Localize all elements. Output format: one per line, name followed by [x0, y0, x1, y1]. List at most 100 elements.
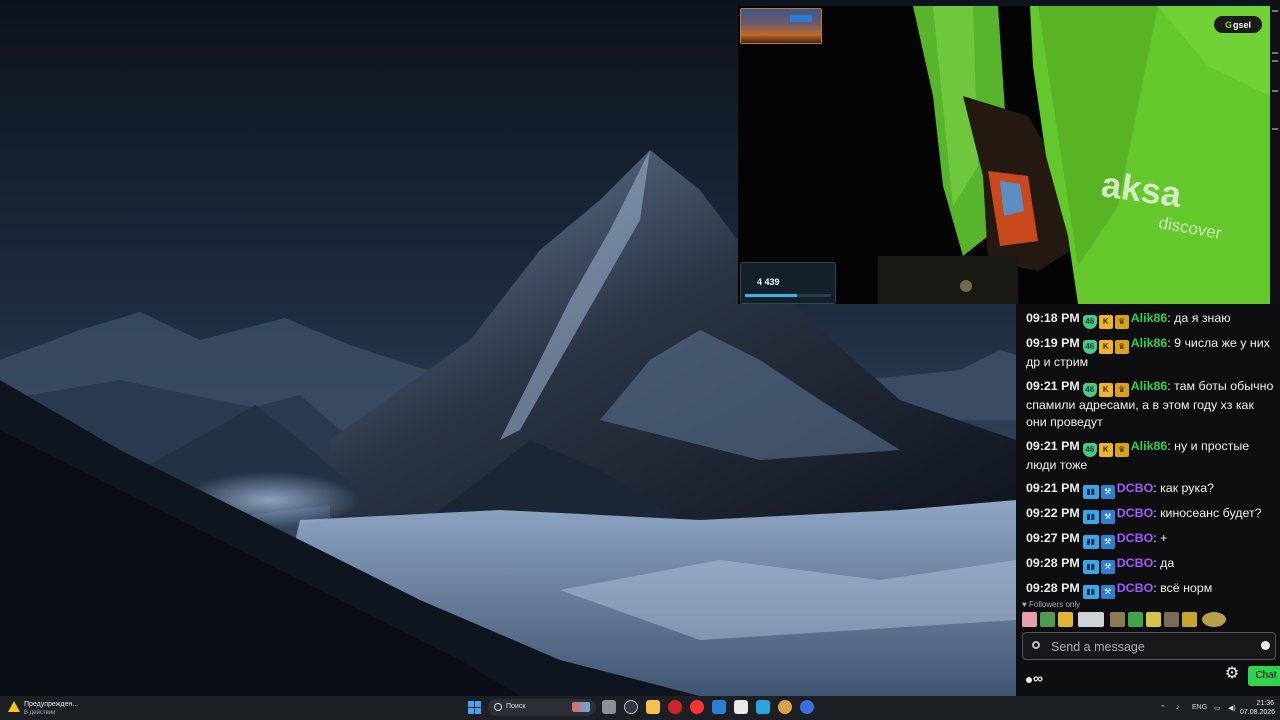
k-badge-icon[interactable]: K: [1098, 315, 1113, 329]
message-time: 09:21 PM: [1026, 481, 1080, 496]
hammer-badge-icon[interactable]: ⚒: [1100, 585, 1115, 600]
subscriber-badge-icon[interactable]: 46: [1082, 315, 1097, 329]
badge-icon[interactable]: ▮▮: [1082, 585, 1099, 600]
username[interactable]: DCBO: [1117, 581, 1153, 595]
message-text: : да я знаю: [1167, 311, 1231, 325]
hammer-badge-icon[interactable]: ⚒: [1100, 535, 1115, 550]
hammer-badge-icon[interactable]: ⚒: [1100, 560, 1115, 575]
message-text: : да: [1153, 556, 1175, 571]
warning-icon: [8, 701, 20, 712]
crown-badge-icon[interactable]: ♛: [1114, 340, 1129, 354]
chat-message[interactable]: 09:21 PM ▮▮ ⚒ DCBO: как рука?: [1026, 480, 1276, 500]
subscriber-badge-icon[interactable]: 46: [1082, 382, 1097, 397]
volume-icon[interactable]: ◀): [1228, 704, 1236, 712]
clock[interactable]: 21:36 07.08.2026: [1240, 699, 1275, 717]
emote-icon[interactable]: [1040, 612, 1055, 627]
yandex-browser-icon[interactable]: [690, 700, 704, 714]
widget-progress: [745, 294, 831, 297]
chat-panel: 09:18 PM 46 K ♛ Alik86: да я знаю 09:19 PM 46…: [1016, 304, 1280, 696]
username[interactable]: DCBO: [1117, 556, 1153, 570]
logo-text: gsel: [1233, 19, 1252, 30]
chat-message[interactable]: 09:22 PM ▮▮ ⚒ DCBO: киносеанс будет?: [1026, 505, 1276, 525]
start-button[interactable]: [468, 701, 481, 714]
message-text: : как рука?: [1153, 481, 1214, 496]
chat-message[interactable]: 09:27 PM ▮▮ ⚒ DCBO: +: [1026, 530, 1276, 550]
username[interactable]: Alik86: [1131, 336, 1168, 350]
message-time: 09:21 PM: [1026, 378, 1080, 393]
k-badge-icon[interactable]: K: [1098, 442, 1113, 457]
live-tag: [790, 15, 812, 22]
display-icon[interactable]: ▭: [1214, 704, 1221, 712]
emote-picker-icon[interactable]: [1261, 641, 1270, 650]
clock-time: 21:36: [1256, 700, 1274, 707]
emote-icon[interactable]: [1078, 612, 1104, 627]
username[interactable]: Alik86: [1131, 311, 1168, 325]
channel-points[interactable]: ∞: [1026, 670, 1043, 686]
emote-icon[interactable]: [1022, 612, 1037, 627]
message-text: : киносеанс будет?: [1153, 506, 1262, 521]
k-badge-icon[interactable]: K: [1098, 382, 1113, 397]
side-panel-strip: [1270, 0, 1280, 304]
microphone-icon[interactable]: ♪: [1176, 704, 1180, 711]
app-icon[interactable]: [800, 700, 814, 714]
message-time: 09:27 PM: [1026, 531, 1080, 546]
logo-mark: G: [1224, 19, 1232, 30]
widget-value: 4 439: [757, 277, 780, 287]
chat-message[interactable]: 09:21 PM 46 K ♛ Alik86: там боты обычно спам…: [1026, 378, 1276, 432]
points-value: ∞: [1033, 670, 1043, 686]
chat-input-box[interactable]: [1022, 632, 1276, 660]
emote-icon[interactable]: [1182, 612, 1197, 627]
crown-badge-icon[interactable]: ♛: [1114, 315, 1129, 329]
emote-icon[interactable]: [1058, 612, 1073, 627]
chevron-up-icon[interactable]: ⌃: [1160, 704, 1166, 712]
telegram-icon[interactable]: [756, 700, 770, 714]
badge-icon[interactable]: ▮▮: [1082, 510, 1099, 525]
chat-message[interactable]: 09:18 PM 46 K ♛ Alik86: да я знаю: [1026, 310, 1276, 329]
k-badge-icon[interactable]: K: [1098, 340, 1113, 354]
badge-icon[interactable]: ▮▮: [1082, 535, 1099, 550]
language-indicator[interactable]: ENG: [1192, 704, 1207, 711]
subscriber-badge-icon[interactable]: 46: [1082, 340, 1097, 354]
subscriber-badge-icon[interactable]: 46: [1082, 442, 1097, 457]
badge-icon[interactable]: ▮▮: [1082, 485, 1099, 500]
search-highlight-icon: [572, 702, 590, 712]
chat-message[interactable]: 09:28 PM ▮▮ ⚒ DCBO: всё норм: [1026, 580, 1276, 600]
badge-icon[interactable]: ▮▮: [1082, 560, 1099, 575]
crown-badge-icon[interactable]: ♛: [1114, 382, 1129, 397]
taskbar: Предупрежден... В действии Поиск ⌃ ♪ ENG…: [0, 696, 1280, 720]
search-placeholder: Поиск: [506, 703, 526, 710]
app-icon[interactable]: [734, 700, 748, 714]
chat-message[interactable]: 09:19 PM 46 K ♛ Alik86: 9 числа же у них др …: [1026, 335, 1276, 372]
check-app-icon[interactable]: [712, 700, 726, 714]
chat-send-button[interactable]: Chat: [1248, 666, 1280, 686]
chat-messages: 09:18 PM 46 K ♛ Alik86: да я знаю 09:19 PM 46…: [1026, 310, 1276, 605]
username[interactable]: DCBO: [1117, 506, 1153, 520]
emote-icon[interactable]: [1146, 612, 1161, 627]
emote-icon[interactable]: [1110, 612, 1125, 627]
crown-badge-icon[interactable]: ♛: [1114, 442, 1129, 457]
file-explorer-icon[interactable]: [646, 700, 660, 714]
username[interactable]: DCBO: [1117, 481, 1153, 495]
emote-icon[interactable]: [1128, 612, 1143, 627]
task-view-icon[interactable]: [602, 700, 616, 714]
app-icon[interactable]: [624, 700, 638, 714]
emote-icon[interactable]: [1164, 612, 1179, 627]
emote-icon[interactable]: [1202, 612, 1226, 627]
channel-points-icon[interactable]: [1032, 641, 1040, 649]
taskbar-search[interactable]: Поиск: [488, 699, 596, 716]
app-icon[interactable]: [778, 700, 792, 714]
hammer-badge-icon[interactable]: ⚒: [1100, 485, 1115, 500]
opera-icon[interactable]: [668, 700, 682, 714]
chat-message-input[interactable]: [1049, 637, 1253, 657]
username[interactable]: Alik86: [1131, 379, 1168, 393]
username[interactable]: DCBO: [1117, 531, 1153, 545]
gear-icon[interactable]: ⚙: [1224, 666, 1240, 682]
followers-only-notice: ♥ Followers only: [1022, 600, 1080, 609]
chat-message[interactable]: 09:28 PM ▮▮ ⚒ DCBO: да: [1026, 555, 1276, 575]
chat-message[interactable]: 09:21 PM 46 K ♛ Alik86: ну и простые люди то…: [1026, 438, 1276, 475]
camera-feed: aksa discover: [738, 6, 1270, 304]
stream-video-player[interactable]: aksa discover 4 439 G gsel: [738, 6, 1270, 304]
hammer-badge-icon[interactable]: ⚒: [1100, 510, 1115, 525]
username[interactable]: Alik86: [1131, 439, 1168, 453]
message-time: 09:18 PM: [1026, 311, 1080, 325]
